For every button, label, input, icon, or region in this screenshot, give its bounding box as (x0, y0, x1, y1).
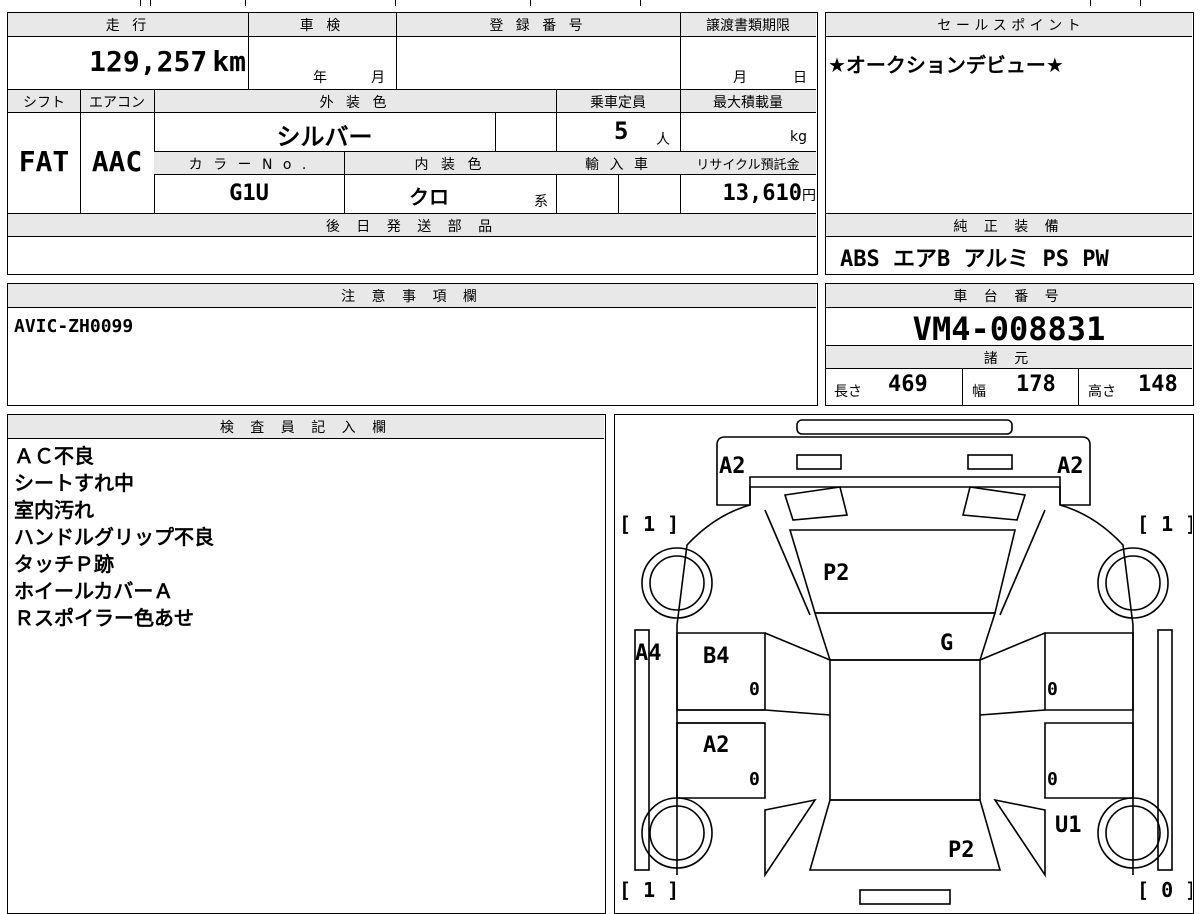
aircon-label: エアコン (89, 95, 145, 111)
inspector-line: Ｒスポイラー色あせ (14, 606, 194, 630)
car-diagram: A2 A2 [ 1 ] [ 1 ] P2 A4 B4 G 0 0 A2 0 0 … (619, 419, 1192, 905)
specs-label: 諸 元 (983, 351, 1035, 367)
mark-left-rear-door-zero: 0 (749, 769, 760, 790)
recycle-value: 13,610円 (722, 181, 816, 206)
transfer-day: 日 (793, 70, 807, 86)
length-value: 469 (888, 372, 928, 397)
mark-windshield: P2 (823, 561, 850, 586)
inspector-line: ホイールカバーＡ (14, 579, 174, 603)
shift-label: シフト (23, 95, 65, 111)
equipment-label: 純 正 装 備 (953, 219, 1065, 235)
mark-front-left: A2 (719, 454, 746, 479)
shift-value: FAT (18, 145, 70, 178)
inspection-month: 月 (371, 70, 385, 86)
color-no-value: G1U (229, 181, 269, 206)
mark-left-rear-door: A2 (703, 733, 730, 758)
inspector-line: タッチＰ跡 (14, 552, 114, 576)
inspector-lines: ＡＣ不良 シートすれ中 室内汚れ ハンドルグリップ不良 タッチＰ跡 ホイールカバ… (14, 443, 214, 632)
width-value: 178 (1016, 372, 1056, 397)
inspector-label: 検 査 員 記 入 欄 (219, 420, 393, 436)
width-label: 幅 (972, 384, 986, 400)
mark-roof: G (940, 631, 953, 656)
mark-left-mirror: A4 (635, 641, 662, 666)
recycle-label: リサイクル預託金 (696, 158, 800, 173)
later-parts-label: 後 日 発 送 部 品 (325, 219, 499, 235)
chassis-label: 車 台 番 号 (953, 289, 1065, 305)
inspector-line: シートすれ中 (14, 471, 134, 495)
transfer-month: 月 (733, 70, 747, 86)
notes-value: AVIC-ZH0099 (14, 316, 134, 337)
mark-right-front-wheel: [ 1 ] (1137, 512, 1192, 536)
max-load-unit: kg (790, 129, 807, 145)
sales-point-text: ★オークションデビュー★ (828, 53, 1064, 77)
mark-left-front-wheel: [ 1 ] (619, 512, 679, 536)
registration-label: 登 録 番 号 (489, 18, 587, 34)
interior-color-value: クロ (409, 185, 449, 209)
mark-right-rear-wheel: [ 0 ] (1137, 878, 1192, 902)
chassis-value: VM4-008831 (912, 310, 1106, 348)
inspection-label: 車 検 (299, 18, 345, 34)
mark-rear-window: P2 (948, 838, 975, 863)
inspector-line: ハンドルグリップ不良 (14, 525, 214, 549)
mileage-value: 129,257 km (89, 45, 246, 78)
mark-left-front-door: B4 (703, 644, 730, 669)
exterior-color-label: 外 装 色 (319, 95, 391, 111)
top-strip (0, 0, 1200, 6)
inspector-box: 検 査 員 記 入 欄 ＡＣ不良 シートすれ中 室内汚れ ハンドルグリップ不良 … (7, 414, 606, 914)
equipment-value: ABS エアB アルミ PS PW (840, 247, 1109, 272)
mark-left-front-door-zero: 0 (749, 679, 760, 700)
aircon-value: AAC (91, 145, 143, 178)
sales-point-box: セ ー ル ス ポ イ ン ト ★オークションデビュー★ 純 正 装 備 ABS… (825, 12, 1194, 275)
capacity-label: 乗車定員 (590, 95, 646, 111)
notes-box: 注 意 事 項 欄 AVIC-ZH0099 (7, 283, 818, 406)
mark-right-rear-quarter: U1 (1055, 813, 1082, 838)
height-value: 148 (1138, 372, 1178, 397)
length-label: 長さ (834, 384, 862, 400)
height-label: 高さ (1088, 384, 1116, 400)
chassis-box: 車 台 番 号 VM4-008831 諸 元 長さ 469 幅 178 高さ 1… (825, 283, 1194, 406)
sales-point-label: セ ー ル ス ポ イ ン ト (937, 18, 1081, 34)
recycle-unit: 円 (802, 188, 816, 204)
inspector-line: ＡＣ不良 (14, 444, 94, 468)
max-load-label: 最大積載量 (713, 95, 783, 111)
car-diagram-box: A2 A2 [ 1 ] [ 1 ] P2 A4 B4 G 0 0 A2 0 0 … (614, 414, 1194, 914)
color-no-label: カ ラ ー N o . (188, 157, 310, 173)
imported-label: 輸 入 車 (585, 157, 651, 173)
inspector-line: 室内汚れ (14, 498, 94, 522)
transfer-deadline-label: 譲渡書類期限 (706, 18, 790, 34)
exterior-color-value: シルバー (276, 123, 373, 151)
mileage-label: 走 行 (105, 18, 151, 34)
mark-right-rear-door-zero: 0 (1047, 769, 1058, 790)
interior-color-suffix: 系 (534, 194, 548, 210)
capacity-unit: 人 (656, 132, 670, 148)
mark-left-rear-wheel: [ 1 ] (619, 878, 679, 902)
interior-color-label: 内 装 色 (414, 157, 486, 173)
notes-label: 注 意 事 項 欄 (341, 289, 483, 305)
mark-right-front-door-zero: 0 (1047, 679, 1058, 700)
mileage-unit: km (212, 45, 246, 78)
mark-front-right: A2 (1057, 454, 1084, 479)
inspection-year: 年 (313, 70, 327, 86)
vehicle-info-table: 走 行 車 検 登 録 番 号 譲渡書類期限 129,257 km 年 月 月 … (7, 12, 818, 275)
